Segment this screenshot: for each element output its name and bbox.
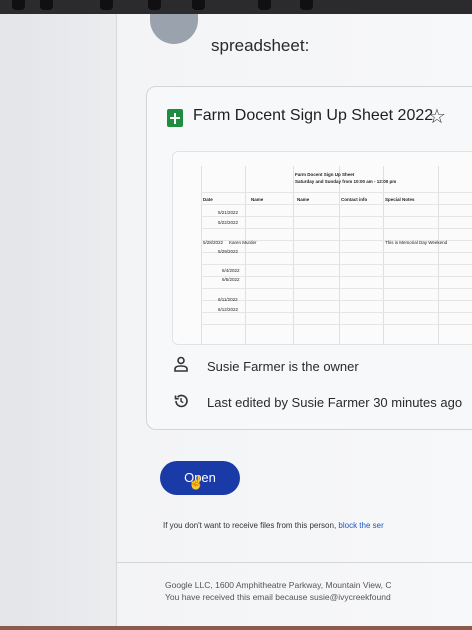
preview-name: Karen Murder — [229, 240, 257, 245]
file-name[interactable]: Farm Docent Sign Up Sheet 2022 — [193, 107, 433, 125]
person-icon — [174, 356, 188, 372]
top-toolbar — [0, 0, 472, 14]
divider — [116, 562, 472, 563]
star-outline-icon[interactable]: ☆ — [428, 104, 446, 129]
block-notice: If you don't want to receive files from … — [163, 521, 384, 530]
toolbar-icon[interactable] — [148, 0, 161, 10]
preview-date: 5/22/2022 — [218, 220, 239, 225]
dock-bar — [0, 626, 472, 630]
preview-date: 5/21/2022 — [218, 210, 239, 215]
toolbar-icon[interactable] — [300, 0, 313, 10]
last-edited-text: Last edited by Susie Farmer 30 minutes a… — [207, 395, 463, 410]
preview-date: 6/12/2022 — [218, 307, 239, 312]
preview-date: 6/4/2022 — [222, 268, 240, 273]
file-card[interactable]: Farm Docent Sign Up Sheet 2022 ☆ Farm Do… — [146, 86, 472, 430]
preview-header: Date — [203, 197, 213, 202]
google-sheets-icon — [167, 109, 183, 127]
preview-subtitle: Saturday and Sunday from 10:00 am - 12:0… — [295, 179, 397, 184]
preview-header: Name — [297, 197, 310, 202]
toolbar-icon[interactable] — [100, 0, 113, 10]
spreadsheet-preview[interactable]: Farm Docent Sign Up Sheet Saturday and S… — [172, 151, 472, 345]
preview-date: 5/28/2022 — [203, 240, 224, 245]
preview-note: This is Memorial Day Weekend — [385, 240, 448, 245]
preview-header: Contact info — [341, 197, 368, 202]
toolbar-icon[interactable] — [40, 0, 53, 10]
preview-date: 6/11/2022 — [218, 297, 238, 302]
footer-address: Google LLC, 1600 Amphitheatre Parkway, M… — [165, 580, 392, 590]
preview-header: Special Notes — [385, 197, 415, 202]
preview-date: 6/5/2022 — [222, 277, 240, 282]
toolbar-icon[interactable] — [192, 0, 205, 10]
block-sender-link[interactable]: block the ser — [338, 521, 383, 530]
history-icon — [174, 394, 188, 408]
hand-cursor-icon: ☝ — [188, 475, 205, 490]
toolbar-icon[interactable] — [12, 0, 25, 10]
email-heading: spreadsheet: — [211, 36, 310, 55]
toolbar-icon[interactable] — [258, 0, 271, 10]
footer-reason: You have received this email because sus… — [165, 592, 391, 602]
preview-date: 5/29/2022 — [218, 249, 239, 254]
preview-title: Farm Docent Sign Up Sheet — [295, 172, 355, 177]
owner-text: Susie Farmer is the owner — [207, 359, 359, 374]
preview-header: Name — [251, 197, 264, 202]
